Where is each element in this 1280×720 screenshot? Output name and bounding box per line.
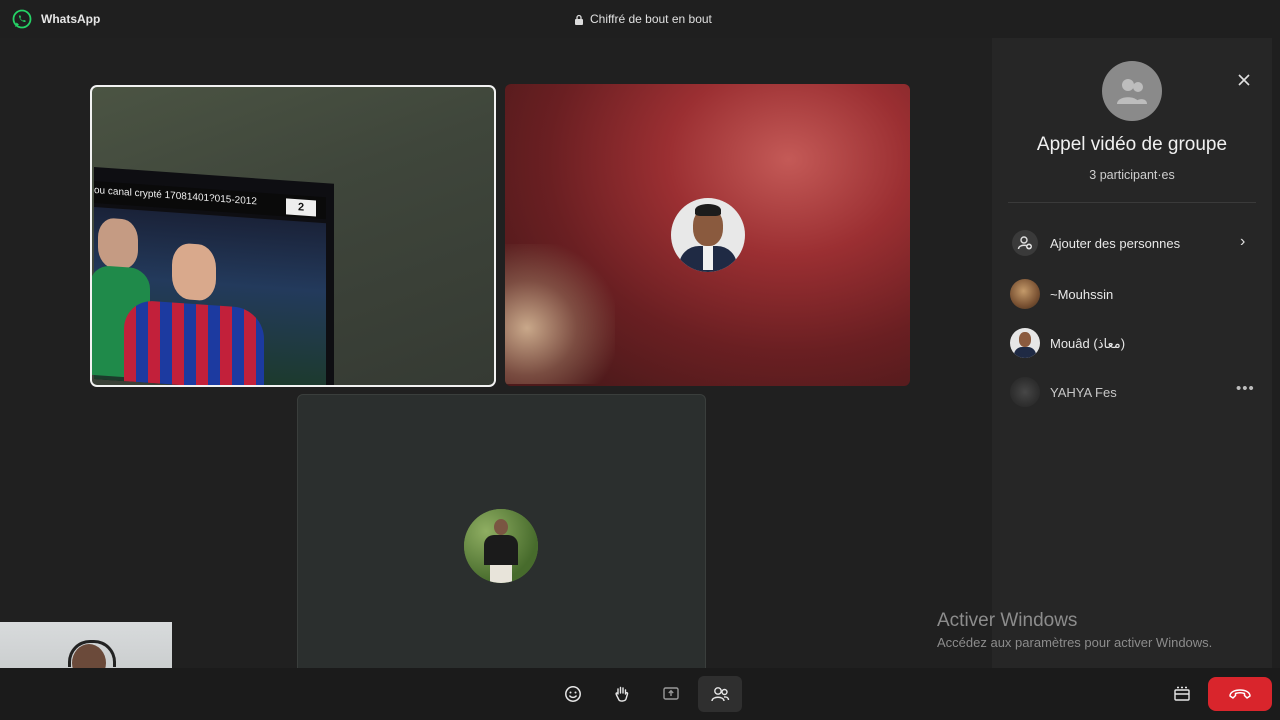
add-people-label: Ajouter des personnes (1050, 236, 1181, 251)
raise-hand-icon (615, 686, 629, 702)
foreground-player (124, 239, 264, 385)
encryption-status: Chiffré de bout en bout (574, 12, 712, 26)
add-person-icon (1012, 230, 1038, 256)
participant-name: ~Mouhssin (1050, 287, 1114, 302)
whatsapp-logo-icon (12, 9, 32, 29)
raise-hand-button[interactable] (600, 676, 644, 712)
participant-row[interactable]: Mouâd (معاذ) (1008, 327, 1256, 359)
end-call-button[interactable] (1208, 677, 1272, 711)
participant-count: 3 participant·es (1089, 168, 1175, 182)
lock-icon (575, 14, 583, 25)
call-controls-bar (0, 668, 1280, 720)
participants-icon (711, 687, 730, 702)
participant-avatar (1010, 328, 1040, 358)
end-call-icon (1229, 689, 1251, 699)
layout-icon (1174, 686, 1190, 701)
avatar-yahya (464, 509, 538, 583)
share-screen-icon (663, 687, 679, 700)
add-people-button[interactable]: Ajouter des personnes › (1008, 228, 1256, 258)
windows-activation-title: Activer Windows (937, 610, 1078, 631)
video-grid: ou canal crypté 17081401?015-2012 2 (0, 38, 992, 700)
encryption-label: Chiffré de bout en bout (590, 12, 712, 26)
football-scene (92, 207, 326, 385)
windows-activation-subtitle: Accédez aux paramètres pour activer Wind… (937, 635, 1213, 650)
group-avatar-icon (1102, 61, 1162, 121)
app-name: WhatsApp (41, 12, 101, 26)
video-tile-yahya[interactable] (297, 394, 706, 700)
participant-avatar (1010, 279, 1040, 309)
participant-row[interactable]: ~Mouhssin (1008, 278, 1256, 310)
title-bar: WhatsApp Chiffré de bout en bout (0, 0, 1280, 38)
participants-panel: Appel vidéo de groupe 3 participant·es A… (992, 38, 1272, 668)
participants-button[interactable] (698, 676, 742, 712)
close-icon (1238, 74, 1250, 86)
participant-row[interactable]: YAHYA Fes ••• (1008, 376, 1256, 408)
blurred-background (505, 244, 615, 384)
tv-channel-badge: 2 (286, 198, 316, 217)
emoji-icon (565, 686, 581, 702)
panel-title: Appel vidéo de groupe (1036, 134, 1228, 155)
divider (1008, 202, 1256, 203)
reactions-button[interactable] (551, 676, 595, 712)
participant-avatar (1010, 377, 1040, 407)
tv-screen-video: ou canal crypté 17081401?015-2012 2 (92, 167, 334, 385)
video-tile-mouad[interactable] (505, 84, 910, 386)
avatar-mouad (671, 198, 745, 272)
more-options-icon[interactable]: ••• (1236, 380, 1255, 397)
headset (68, 640, 116, 667)
participant-name: Mouâd (معاذ) (1050, 336, 1126, 351)
video-tile-mouhssin[interactable]: ou canal crypté 17081401?015-2012 2 (90, 85, 496, 387)
share-screen-button[interactable] (649, 676, 693, 712)
participant-name: YAHYA Fes (1050, 385, 1117, 400)
layout-button[interactable] (1160, 676, 1204, 712)
close-panel-button[interactable] (1236, 72, 1252, 88)
chevron-right-icon: › (1240, 233, 1246, 250)
